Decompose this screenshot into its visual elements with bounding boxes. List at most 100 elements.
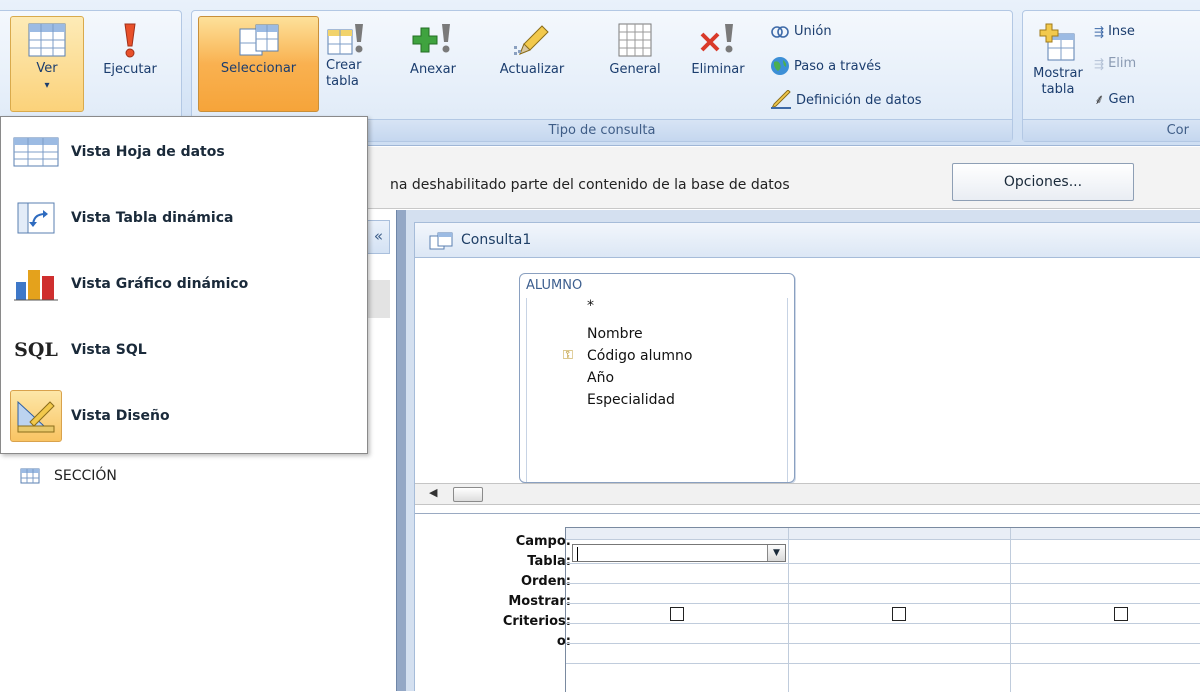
menu-item-design-view[interactable]: Vista Diseño	[1, 383, 367, 449]
query-grid-area: Campo: Tabla: Orden: Mostrar: Criterios:…	[415, 513, 1200, 692]
menu-item-pivottable-label: Vista Tabla dinámica	[71, 210, 234, 226]
grid-label-campo: Campo:	[515, 534, 571, 549]
table-box-title: ALUMNO	[526, 278, 583, 293]
pivottable-icon	[17, 202, 55, 234]
design-icon	[17, 400, 55, 433]
field-nombre[interactable]: Nombre	[587, 326, 643, 342]
query-design-grid[interactable]: ▼	[565, 527, 1200, 692]
run-button[interactable]: Ejecutar	[88, 22, 172, 78]
field-especialidad[interactable]: Especialidad	[587, 392, 675, 408]
menu-item-sql-view[interactable]: SQL Vista SQL	[1, 317, 367, 383]
data-definition-button[interactable]: Definición de datos	[770, 90, 922, 110]
grid-label-mostrar: Mostrar:	[508, 594, 571, 609]
query-design-pane: ALUMNO * Nombre ⚿ Código alumno Año Espe…	[414, 258, 1200, 692]
table-field-list: * Nombre ⚿ Código alumno Año Especialida…	[526, 298, 788, 482]
delete-query-label: Eliminar	[691, 62, 745, 77]
grid-label-criterios: Criterios:	[502, 614, 571, 629]
show-checkbox[interactable]	[670, 607, 684, 621]
query-setup-group-label: Cor	[1023, 119, 1200, 141]
menu-item-pivotchart-label: Vista Gráfico dinámico	[71, 276, 249, 292]
pass-through-button[interactable]: Paso a través	[770, 56, 881, 76]
insert-rows-icon: ⇶	[1094, 24, 1105, 39]
view-button[interactable]: Ver ▾	[10, 16, 84, 112]
collapse-pane-icon[interactable]: «	[374, 227, 383, 245]
delete-query-button[interactable]: Eliminar	[678, 22, 758, 78]
builder-wand-icon: ⸙	[1094, 92, 1105, 108]
horizontal-scrollbar[interactable]: ◀	[415, 483, 1200, 505]
grid-column-selector-row[interactable]	[566, 528, 1200, 540]
grid-column-divider	[1010, 528, 1011, 692]
grid-row-line	[566, 583, 1200, 584]
delete-x-icon	[700, 24, 733, 53]
select-query-label: Seleccionar	[220, 61, 297, 76]
show-checkbox[interactable]	[892, 607, 906, 621]
data-definition-label: Definición de datos	[796, 92, 922, 108]
query-tab-icon	[429, 232, 453, 250]
append-label: Anexar	[410, 62, 456, 77]
grid-column-divider	[788, 528, 789, 692]
make-table-button[interactable]: Crear tabla	[326, 22, 380, 90]
dropdown-arrow-icon[interactable]: ▼	[767, 545, 785, 561]
primary-key-icon: ⚿	[563, 348, 573, 363]
make-table-label-2: tabla	[326, 74, 359, 89]
grid-row-line	[566, 663, 1200, 664]
field-anio[interactable]: Año	[587, 370, 614, 386]
menu-item-pivottable-view[interactable]: Vista Tabla dinámica	[1, 185, 367, 251]
make-table-icon	[327, 24, 363, 55]
union-label: Unión	[794, 24, 832, 39]
builder-label: Gen	[1108, 92, 1135, 107]
insert-rows-button[interactable]: ⇶ Inse	[1094, 24, 1135, 39]
select-query-icon	[239, 24, 278, 56]
delete-rows-button[interactable]: ⇶ Elim	[1094, 56, 1136, 71]
update-button[interactable]: Actualizar	[484, 22, 580, 78]
tab-consulta1-label: Consulta1	[461, 232, 532, 248]
scroll-left-icon[interactable]: ◀	[429, 486, 437, 499]
crosstab-button[interactable]: General	[592, 22, 678, 78]
grid-row-line	[566, 623, 1200, 624]
union-icon	[771, 25, 789, 38]
view-dropdown-menu: Vista Hoja de datos Vista Tabla dinámica…	[0, 116, 368, 454]
append-button[interactable]: Anexar	[400, 22, 466, 78]
pane-splitter[interactable]	[396, 210, 406, 691]
design-icon-highlight	[10, 390, 62, 442]
scroll-thumb[interactable]	[453, 487, 483, 502]
menu-item-datasheet-view[interactable]: Vista Hoja de datos	[1, 119, 367, 185]
show-table-button[interactable]: Mostrar tabla	[1030, 22, 1086, 98]
builder-button[interactable]: ⸙ Gen	[1094, 90, 1135, 109]
show-checkbox[interactable]	[1114, 607, 1128, 621]
menu-item-pivotchart-view[interactable]: Vista Gráfico dinámico	[1, 251, 367, 317]
exclamation-icon	[124, 23, 136, 58]
nav-item-seccion-label: SECCIÓN	[54, 468, 117, 484]
crosstab-label: General	[609, 62, 661, 77]
menu-item-sql-label: Vista SQL	[71, 342, 147, 358]
tab-consulta1[interactable]: Consulta1	[414, 222, 1200, 258]
grid-row-line	[566, 563, 1200, 564]
union-button[interactable]: Unión	[770, 24, 832, 39]
grid-label-orden: Orden:	[520, 574, 571, 589]
field-codigo-alumno[interactable]: Código alumno	[587, 348, 692, 364]
field-all[interactable]: *	[587, 298, 594, 314]
update-label: Actualizar	[499, 62, 565, 77]
make-table-label-1: Crear	[326, 58, 362, 73]
text-caret	[577, 547, 578, 561]
globe-icon	[771, 57, 789, 75]
grid-row-line	[566, 603, 1200, 604]
select-query-button[interactable]: Seleccionar	[198, 16, 319, 112]
table-box-alumno[interactable]: ALUMNO * Nombre ⚿ Código alumno Año Espe…	[519, 273, 795, 483]
run-button-label: Ejecutar	[103, 62, 157, 77]
menu-item-datasheet-label: Vista Hoja de datos	[71, 144, 225, 160]
datasheet-icon	[13, 137, 59, 167]
query-document-window: Consulta1 ALUMNO * Nombre ⚿ Código alumn…	[406, 210, 1200, 692]
pass-through-label: Paso a través	[794, 58, 882, 74]
table-icon	[20, 468, 40, 484]
menu-item-design-label: Vista Diseño	[71, 408, 170, 424]
crosstab-icon	[618, 23, 652, 57]
security-warning-text: na deshabilitado parte del contenido de …	[390, 177, 790, 193]
field-combo-input[interactable]: ▼	[572, 544, 786, 562]
pivotchart-icon	[14, 270, 58, 301]
nav-item-seccion[interactable]: SECCIÓN	[20, 468, 117, 484]
options-button[interactable]: Opciones...	[952, 163, 1134, 201]
chevron-down-icon: ▾	[44, 80, 50, 91]
pencil-icon	[514, 25, 549, 55]
grid-row-line	[566, 643, 1200, 644]
